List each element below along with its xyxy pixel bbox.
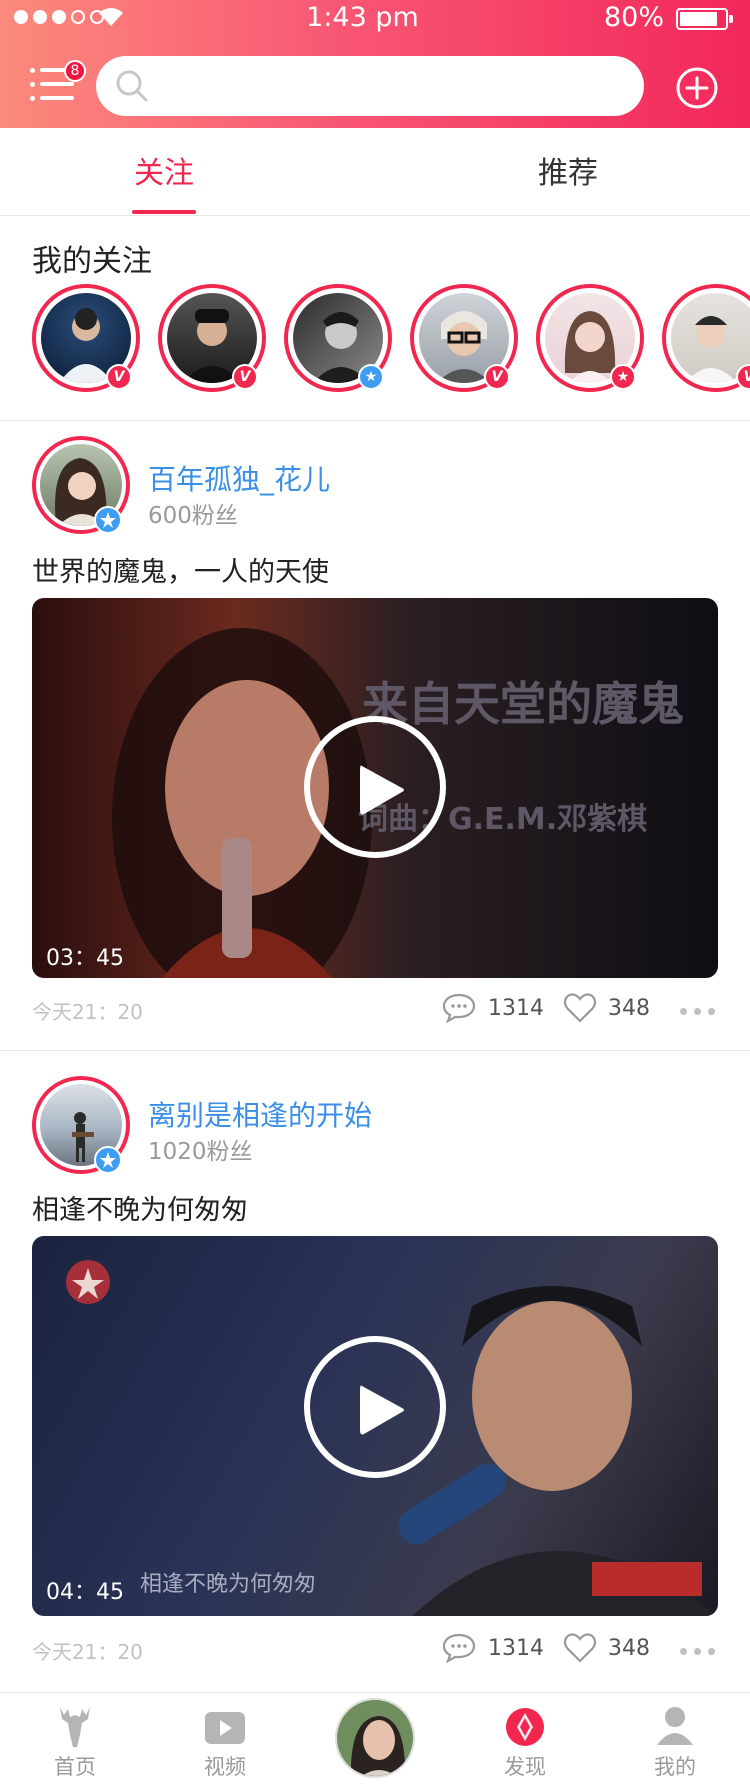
play-icon xyxy=(360,765,404,815)
play-button[interactable] xyxy=(304,1336,446,1478)
play-button[interactable] xyxy=(304,716,446,858)
battery-percent: 80% xyxy=(604,2,665,33)
top-header: 1:43 pm 80% 8 xyxy=(0,0,750,128)
following-avatar[interactable]: ★ xyxy=(284,284,392,392)
post-author-avatar[interactable] xyxy=(32,436,130,534)
nav-label: 视频 xyxy=(204,1755,246,1779)
post-author-name[interactable]: 百年孤独_花儿 xyxy=(148,458,330,498)
post-meta-bar: 今天21：20 1314 348 xyxy=(0,992,750,1032)
video-player[interactable]: 来自天堂的魔鬼 词曲：G.E.M.邓紫棋 03：45 xyxy=(32,598,718,978)
video-player[interactable]: 相逢不晚为何匆匆 04：45 xyxy=(32,1236,718,1616)
post-author-avatar[interactable] xyxy=(32,1076,130,1174)
person-icon xyxy=(657,1707,693,1745)
post-fans-count: 1020粉丝 xyxy=(148,1139,253,1165)
star-badge xyxy=(94,506,122,534)
video-duration: 03：45 xyxy=(46,946,124,971)
following-avatar[interactable]: V xyxy=(32,284,140,392)
more-icon[interactable] xyxy=(680,1008,715,1015)
heart-icon[interactable] xyxy=(563,992,597,1024)
active-tab-indicator xyxy=(132,210,196,214)
tab-following[interactable]: 关注 xyxy=(84,128,244,216)
following-avatar[interactable]: ★ xyxy=(536,284,644,392)
post-caption: 相逢不晚为何匆匆 xyxy=(32,1195,248,1226)
video-overlay-title: 来自天堂的魔鬼 xyxy=(362,677,684,731)
post-divider xyxy=(0,1050,750,1051)
post-author-name[interactable]: 离别是相逢的开始 xyxy=(148,1094,372,1134)
nav-item-video[interactable]: 视频 xyxy=(180,1705,270,1785)
nav-label: 发现 xyxy=(504,1755,546,1779)
post-time: 今天21：20 xyxy=(32,1640,143,1664)
following-avatar-row: V V ★ V ★ V xyxy=(0,284,750,394)
video-duration: 04：45 xyxy=(46,1580,124,1605)
search-icon xyxy=(116,70,148,102)
comment-count: 1314 xyxy=(488,1636,544,1661)
nav-label: 我的 xyxy=(654,1755,696,1779)
star-badge: ★ xyxy=(610,364,636,390)
like-count: 348 xyxy=(608,996,650,1021)
nav-item-home[interactable]: 首页 xyxy=(30,1705,120,1785)
star-badge xyxy=(94,1146,122,1174)
comment-icon[interactable] xyxy=(442,1632,476,1664)
status-bar: 1:43 pm 80% xyxy=(0,0,750,40)
heart-icon[interactable] xyxy=(563,1632,597,1664)
verified-badge: V xyxy=(232,364,258,390)
verified-badge: V xyxy=(106,364,132,390)
following-avatar[interactable]: V xyxy=(158,284,266,392)
post-time: 今天21：20 xyxy=(32,1000,143,1024)
battery-icon xyxy=(676,8,733,30)
tab-bar: 关注 推荐 xyxy=(0,128,750,216)
more-icon[interactable] xyxy=(680,1648,715,1655)
verified-badge: V xyxy=(484,364,510,390)
video-play-icon xyxy=(205,1712,245,1744)
nav-item-discover[interactable]: 发现 xyxy=(480,1705,570,1785)
search-bar[interactable] xyxy=(96,56,644,116)
comment-count: 1314 xyxy=(488,996,544,1021)
video-subtitle: 相逢不晚为何匆匆 xyxy=(140,1572,317,1597)
post-fans-count: 600粉丝 xyxy=(148,503,238,529)
following-avatar[interactable]: V xyxy=(410,284,518,392)
search-input[interactable] xyxy=(160,66,620,106)
following-avatar[interactable]: V xyxy=(662,284,750,392)
center-avatar-button[interactable] xyxy=(335,1698,415,1778)
discover-icon xyxy=(506,1708,544,1746)
play-icon xyxy=(360,1385,404,1435)
nav-item-me[interactable]: 我的 xyxy=(630,1705,720,1785)
section-divider xyxy=(0,420,750,421)
menu-notification-badge: 8 xyxy=(64,60,86,82)
comment-icon[interactable] xyxy=(442,992,476,1024)
nav-label: 首页 xyxy=(54,1755,96,1779)
add-icon[interactable] xyxy=(676,67,718,109)
post-meta-bar: 今天21：20 1314 348 xyxy=(0,1632,750,1672)
post-caption: 世界的魔鬼，一人的天使 xyxy=(32,557,329,588)
tab-recommended[interactable]: 推荐 xyxy=(488,128,648,216)
like-count: 348 xyxy=(608,1636,650,1661)
following-title: 我的关注 xyxy=(32,244,152,279)
deer-icon xyxy=(60,1707,90,1747)
star-badge: ★ xyxy=(358,364,384,390)
